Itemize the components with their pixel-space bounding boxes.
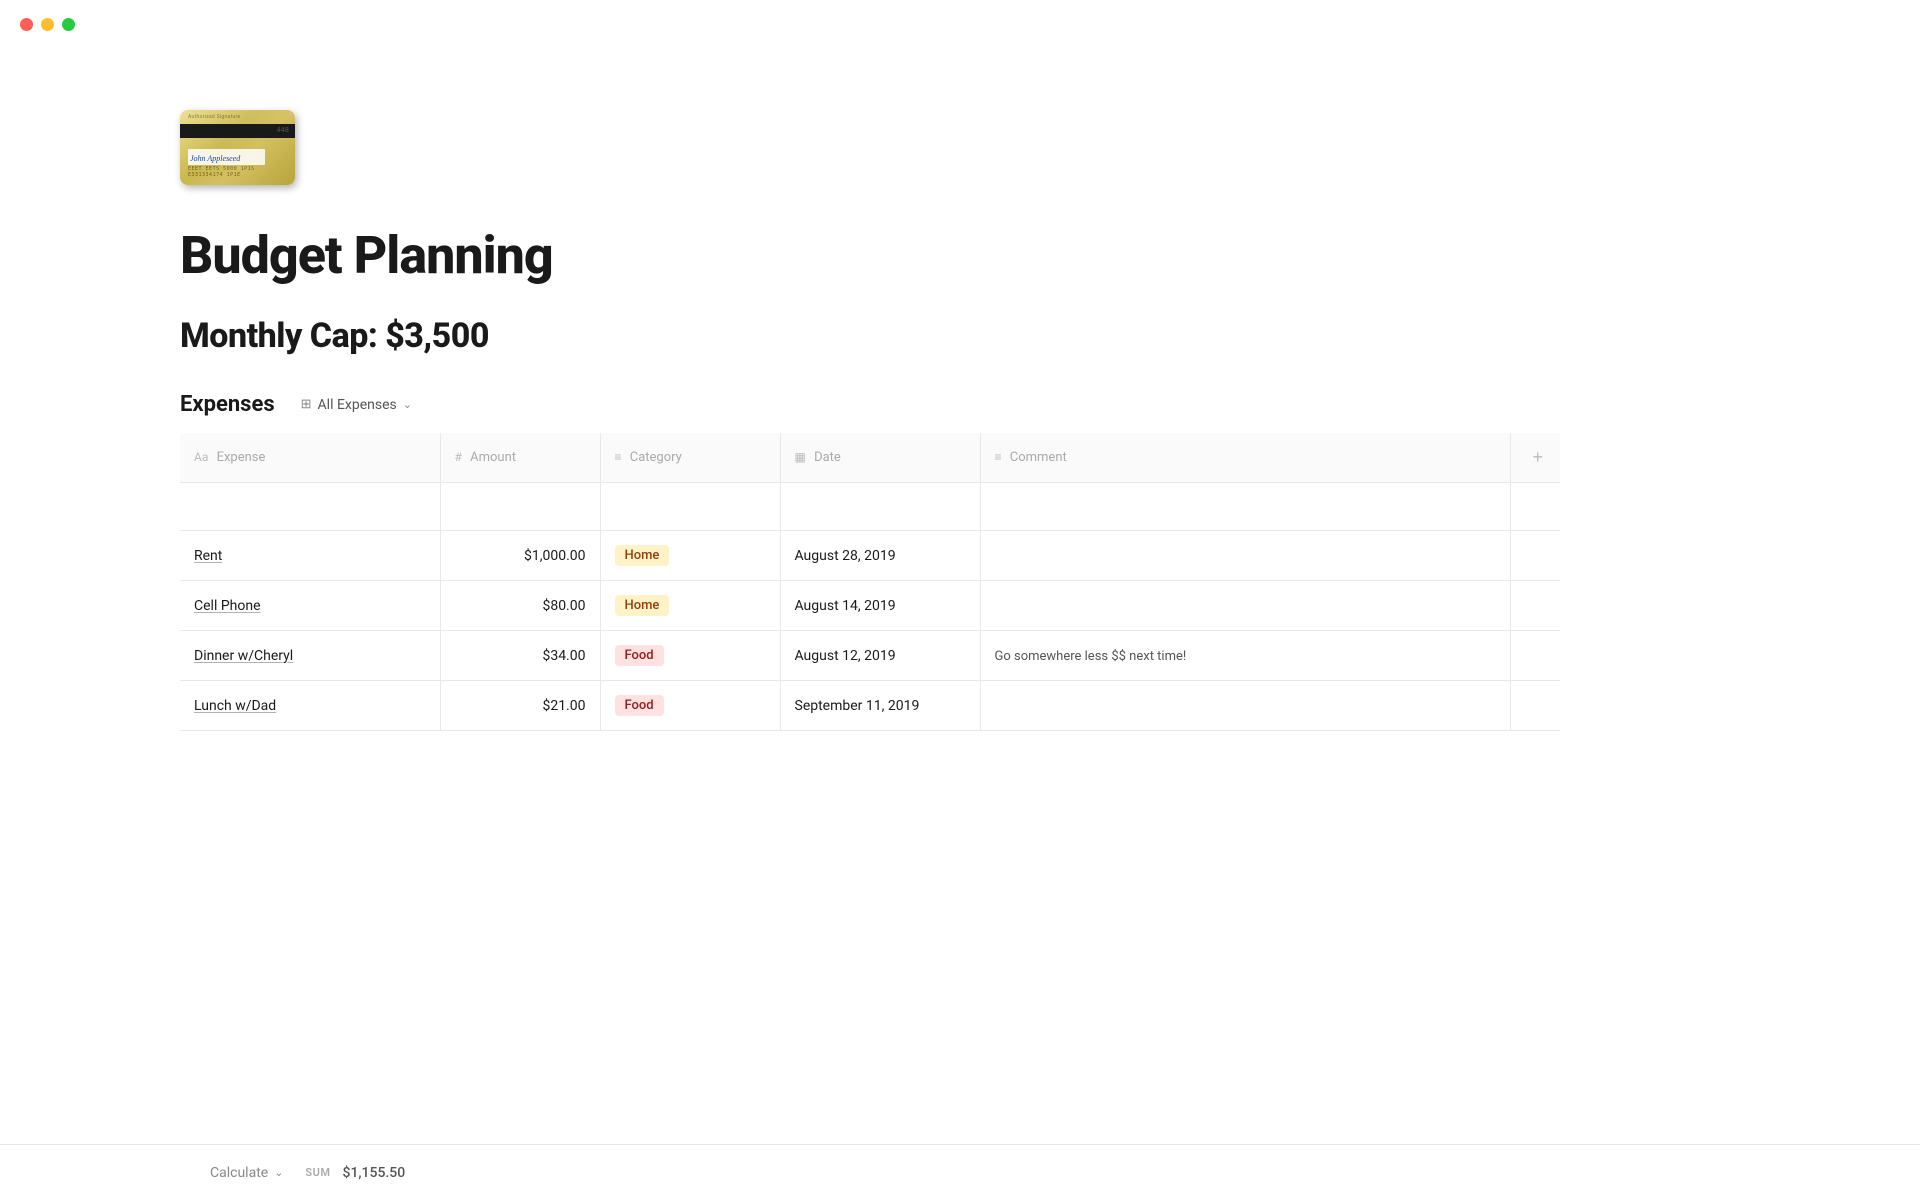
expense-cell[interactable]: Cell Phone [180,581,440,631]
add-column-button[interactable]: + [1525,443,1552,472]
col-header-category: ≡ Category [600,433,780,483]
card-cvv: 448 [276,126,289,134]
main-content: Authorized Signature John Appleseed 448 … [0,0,1400,811]
date-cell[interactable]: August 28, 2019 [780,531,980,581]
col-header-amount-label: Amount [470,450,516,465]
list-icon: ≡ [615,450,622,464]
empty-add-cell [1510,483,1560,531]
filter-button[interactable]: ⊞ All Expenses ⌄ [291,393,422,417]
titlebar [0,0,1920,49]
calculate-chevron-icon: ⌄ [274,1166,283,1179]
category-badge: Home [615,595,670,616]
grid-icon: ⊞ [301,397,312,412]
expense-name: Rent [194,548,222,564]
expenses-header: Expenses ⊞ All Expenses ⌄ [180,392,1400,417]
col-header-category-label: Category [630,450,682,465]
amount-cell[interactable]: $1,000.00 [440,531,600,581]
date-cell[interactable]: August 12, 2019 [780,631,980,681]
category-cell[interactable]: Food [600,681,780,731]
row-add-cell [1510,631,1560,681]
table-header-row: Aa Expense # Amount ≡ Category ▦ Date ≡ [180,433,1560,483]
calendar-icon: ▦ [795,450,806,464]
empty-comment-cell[interactable] [980,483,1510,531]
lines-icon: ≡ [995,450,1002,464]
empty-expense-cell[interactable] [180,483,440,531]
amount-cell[interactable]: $80.00 [440,581,600,631]
col-header-comment-label: Comment [1010,450,1067,465]
amount-cell[interactable]: $34.00 [440,631,600,681]
col-header-expense-label: Expense [217,450,266,465]
empty-amount-cell[interactable] [440,483,600,531]
expense-name: Lunch w/Dad [194,698,276,714]
calculate-label: Calculate [210,1165,268,1181]
expense-name: Dinner w/Cheryl [194,648,293,664]
category-badge: Food [615,645,664,666]
col-header-date-label: Date [814,450,841,465]
filter-label: All Expenses [318,397,397,413]
category-cell[interactable]: Home [600,531,780,581]
expense-cell[interactable]: Lunch w/Dad [180,681,440,731]
date-cell[interactable]: September 11, 2019 [780,681,980,731]
category-badge: Food [615,695,664,716]
maximize-button[interactable] [62,18,75,31]
calculate-button[interactable]: Calculate ⌄ [200,1159,293,1187]
page-title: Budget Planning [180,225,1400,286]
sum-label: SUM [305,1166,330,1179]
card-numbers: EEET EETS 5000 1P1SE331334174 1P1E [188,166,255,178]
monthly-cap: Monthly Cap: $3,500 [180,316,1400,356]
comment-text: Go somewhere less $$ next time! [995,649,1187,664]
col-header-date: ▦ Date [780,433,980,483]
chevron-down-icon: ⌄ [403,398,412,411]
comment-cell[interactable] [980,681,1510,731]
category-cell[interactable]: Food [600,631,780,681]
amount-cell[interactable]: $21.00 [440,681,600,731]
category-badge: Home [615,545,670,566]
col-header-comment: ≡ Comment [980,433,1510,483]
table-row: Cell Phone $80.00 Home August 14, 2019 [180,581,1560,631]
col-header-add: + [1510,433,1560,483]
date-cell[interactable]: August 14, 2019 [780,581,980,631]
table-row: Rent $1,000.00 Home August 28, 2019 [180,531,1560,581]
hash-icon: # [455,450,462,464]
table-row: Dinner w/Cheryl $34.00 Food August 12, 2019… [180,631,1560,681]
expense-name: Cell Phone [194,598,261,614]
comment-cell[interactable] [980,531,1510,581]
col-header-expense: Aa Expense [180,433,440,483]
minimize-button[interactable] [41,18,54,31]
expense-cell[interactable]: Rent [180,531,440,581]
expenses-table: Aa Expense # Amount ≡ Category ▦ Date ≡ [180,433,1560,731]
card-auth-text: Authorized Signature [188,114,240,120]
col-header-amount: # Amount [440,433,600,483]
empty-date-cell[interactable] [780,483,980,531]
row-add-cell [1510,681,1560,731]
expenses-label: Expenses [180,392,275,417]
expense-cell[interactable]: Dinner w/Cheryl [180,631,440,681]
table-row-empty [180,483,1560,531]
close-button[interactable] [20,18,33,31]
credit-card-icon: Authorized Signature John Appleseed 448 … [180,110,295,185]
comment-cell[interactable] [980,581,1510,631]
text-icon: Aa [194,450,208,464]
sum-value: $1,155.50 [343,1165,406,1181]
row-add-cell [1510,531,1560,581]
card-icon-area: Authorized Signature John Appleseed 448 … [180,110,1400,185]
category-cell[interactable]: Home [600,581,780,631]
bottom-bar: Calculate ⌄ SUM $1,155.50 [0,1144,1920,1200]
table-row: Lunch w/Dad $21.00 Food September 11, 2019 [180,681,1560,731]
empty-category-cell[interactable] [600,483,780,531]
card-name: John Appleseed [190,154,240,163]
row-add-cell [1510,581,1560,631]
comment-cell[interactable]: Go somewhere less $$ next time! [980,631,1510,681]
